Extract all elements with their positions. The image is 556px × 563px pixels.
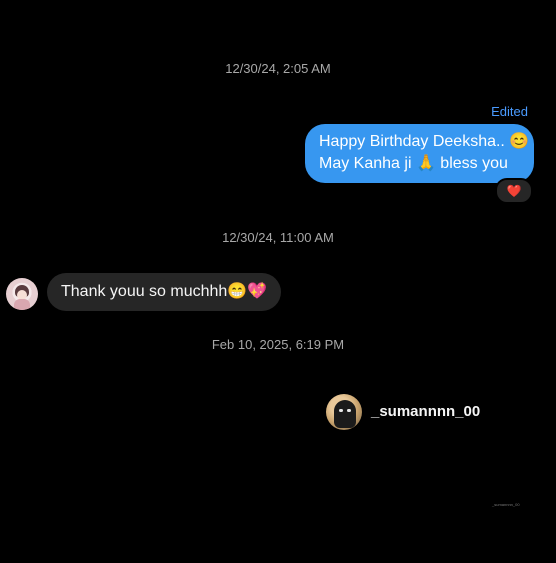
incoming-message-bubble[interactable]: Thank youu so muchhh😁💖 [47,273,282,311]
heart-reaction-icon[interactable]: ❤️ [495,178,533,204]
timestamp-3: Feb 10, 2025, 6:19 PM [211,337,345,352]
outgoing-message-bubble[interactable]: Happy Birthday Deeksha.. 😊 May Kanha ji … [305,124,534,183]
shared-profile-avatar[interactable] [326,394,362,430]
outgoing-message-line-2: May Kanha ji 🙏 bless you [319,155,508,172]
edited-label: Edited [491,104,528,119]
timestamp-2: 12/30/24, 11:00 AM [222,230,334,245]
shared-profile-username[interactable]: _sumannnn_00 [371,403,480,420]
outgoing-message-line-1: Happy Birthday Deeksha.. 😊 [319,133,530,150]
shared-profile-tiny-label: _sumannnn_00 [492,502,520,507]
sender-avatar[interactable] [6,278,38,310]
timestamp-1: 12/30/24, 2:05 AM [225,61,331,76]
